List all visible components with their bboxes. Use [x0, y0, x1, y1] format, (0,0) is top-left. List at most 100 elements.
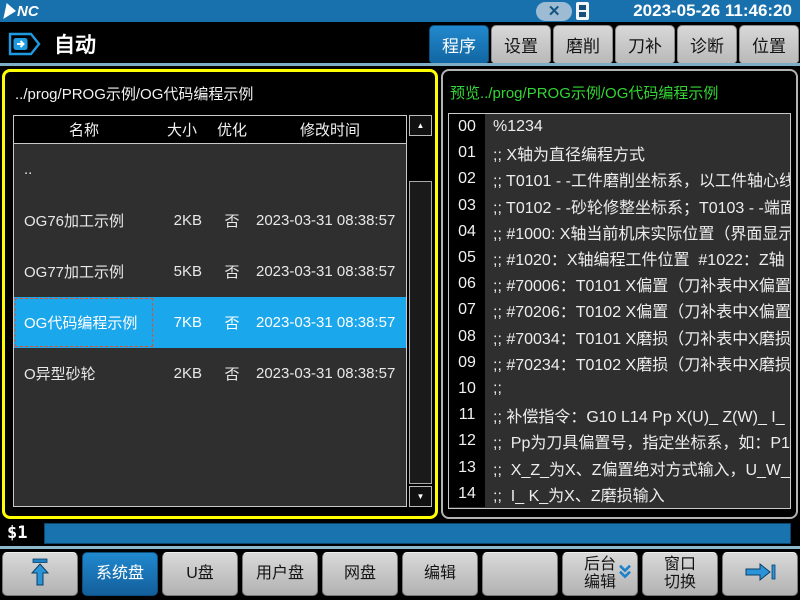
scroll-up-icon[interactable]: ▲ [409, 115, 432, 136]
file-row[interactable]: .. [14, 144, 406, 195]
softkey-6-empty[interactable] [482, 552, 558, 596]
line-number: 13 [449, 454, 485, 480]
navbar: 自动 程序设置磨削刀补诊断位置 [0, 22, 800, 63]
line-text: ;; #70034：T0101 X磨损（刀补表中X磨损 [485, 325, 790, 349]
file-cell-modified: 2023-03-31 08:38:57 [254, 365, 406, 382]
scrollbar-thumb[interactable] [409, 181, 432, 484]
code-line: 00%1234 [449, 114, 790, 140]
softkey-label: 用户盘 [256, 565, 304, 583]
line-text: ;; I_ K_为X、Z磨损输入 [485, 482, 790, 506]
file-row[interactable]: OG代码编程示例7KB否2023-03-31 08:38:57 [14, 297, 406, 348]
file-cell-size: 5KB [154, 263, 210, 280]
line-text: ;; #70006：T0101 X偏置（刀补表中X偏置 [485, 272, 790, 296]
softkey-0-return-top-icon[interactable] [2, 552, 78, 596]
file-cell-optimized: 否 [210, 312, 254, 333]
code-line: 06;; #70006：T0101 X偏置（刀补表中X偏置 [449, 271, 790, 297]
cnc-screen: NC ✕ 2023-05-26 11:46:20 自动 程序设置磨削刀补诊断位置… [0, 0, 800, 600]
line-number: 10 [449, 376, 485, 402]
code-line: 11;; 补偿指令：G10 L14 Pp X(U)_ Z(W)_ I_ [449, 402, 790, 428]
softkey-2[interactable]: U盘 [162, 552, 238, 596]
tab-4[interactable]: 诊断 [677, 25, 737, 63]
code-line: 04;; #1000: X轴当前机床实际位置（界面显示 [449, 219, 790, 245]
file-cell-size: 7KB [154, 314, 210, 331]
top-tabs: 程序设置磨削刀补诊断位置 [429, 25, 799, 63]
titlebar: NC ✕ 2023-05-26 11:46:20 [0, 0, 800, 22]
softkey-label: 系统盘 [96, 565, 144, 583]
file-row[interactable]: O异型砂轮2KB否2023-03-31 08:38:57 [14, 348, 406, 399]
file-cell-modified: 2023-03-31 08:38:57 [254, 314, 406, 331]
line-number: 06 [449, 271, 485, 297]
tab-3[interactable]: 刀补 [615, 25, 675, 63]
message-box [44, 523, 791, 544]
tab-0[interactable]: 程序 [429, 25, 489, 63]
separator-line-bottom [0, 546, 800, 549]
softkey-3[interactable]: 用户盘 [242, 552, 318, 596]
logo-wedge-icon [3, 3, 17, 19]
line-text: ;; [485, 380, 790, 398]
code-line: 03;; T0102 - -砂轮修整坐标系；T0103 - -端面 [449, 193, 790, 219]
line-number: 08 [449, 324, 485, 350]
line-number: 14 [449, 481, 485, 507]
file-table-scrollbar[interactable]: ▲ ▼ [409, 115, 432, 507]
code-line: 07;; #70206：T0102 X偏置（刀补表中X偏置 [449, 297, 790, 323]
line-number: 02 [449, 166, 485, 192]
column-header-3: 修改时间 [254, 116, 406, 143]
line-number: 01 [449, 140, 485, 166]
file-cell-size: 2KB [154, 212, 210, 229]
line-number: 12 [449, 428, 485, 454]
return-top-icon [27, 557, 53, 592]
status-bar: $1 [0, 521, 800, 546]
line-number: 11 [449, 402, 485, 428]
current-path: ../prog/PROG示例/OG代码编程示例 [5, 72, 435, 104]
line-text: ;; #1020：X轴编程工件位置 #1022：Z轴 [485, 246, 790, 270]
tab-1[interactable]: 设置 [491, 25, 551, 63]
softkey-bar: 系统盘 U盘用户盘网盘编辑 后台 编辑窗口 切换 [0, 550, 800, 600]
file-cell-optimized: 否 [210, 363, 254, 384]
tab-2[interactable]: 磨削 [553, 25, 613, 63]
code-line: 12;; Pp为刀具偏置号，指定坐标系，如：P1 [449, 428, 790, 454]
line-text: ;; 补偿指令：G10 L14 Pp X(U)_ Z(W)_ I_ [485, 403, 790, 427]
arrow-right-end-icon [743, 561, 777, 588]
channel-label: $1 [7, 523, 27, 543]
code-line: 02;; T0101 - -工件磨削坐标系，以工件轴心线 [449, 166, 790, 192]
line-text: ;; T0101 - -工件磨削坐标系，以工件轴心线 [485, 167, 790, 191]
line-text: ;; T0102 - -砂轮修整坐标系；T0103 - -端面 [485, 194, 790, 218]
line-number: 09 [449, 350, 485, 376]
column-header-0: 名称 [14, 116, 154, 143]
separator-line [0, 63, 800, 66]
softkey-4[interactable]: 网盘 [322, 552, 398, 596]
file-table: 名称大小优化修改时间 ..OG76加工示例2KB否2023-03-31 08:3… [13, 115, 407, 507]
file-row[interactable]: OG76加工示例2KB否2023-03-31 08:38:57 [14, 195, 406, 246]
softkey-7[interactable]: 后台 编辑 [562, 552, 638, 596]
chevron-double-down-icon [618, 564, 632, 585]
line-number: 05 [449, 245, 485, 271]
softkey-label: 后台 编辑 [584, 556, 616, 591]
file-row[interactable]: OG77加工示例5KB否2023-03-31 08:38:57 [14, 246, 406, 297]
code-line: 05;; #1020：X轴编程工件位置 #1022：Z轴 [449, 245, 790, 271]
line-text: ;; #70234：T0102 X磨损（刀补表中X磨损 [485, 351, 790, 375]
softkey-8[interactable]: 窗口 切换 [642, 552, 718, 596]
file-cell-optimized: 否 [210, 261, 254, 282]
line-text: ;; #1000: X轴当前机床实际位置（界面显示 [485, 220, 790, 244]
datetime: 2023-05-26 11:46:20 [633, 1, 794, 21]
storage-icon [576, 2, 589, 20]
scroll-down-icon[interactable]: ▼ [409, 486, 432, 507]
softkey-5[interactable]: 编辑 [402, 552, 478, 596]
softkey-9-arrow-right-end-icon[interactable] [722, 552, 798, 596]
softkey-1[interactable]: 系统盘 [82, 552, 158, 596]
file-cell-size: 2KB [154, 365, 210, 382]
preview-title: 预览../prog/PROG示例/OG代码编程示例 [443, 71, 796, 103]
code-line: 01;; X轴为直径编程方式 [449, 140, 790, 166]
code-line: 14;; I_ K_为X、Z磨损输入 [449, 481, 790, 507]
tab-5[interactable]: 位置 [739, 25, 799, 63]
line-text: %1234 [485, 118, 790, 136]
code-preview: 00%123401;; X轴为直径编程方式02;; T0101 - -工件磨削坐… [448, 113, 791, 509]
line-text: ;; Pp为刀具偏置号，指定坐标系，如：P1 [485, 429, 790, 453]
close-icon[interactable]: ✕ [536, 2, 572, 21]
line-text: ;; X_Z_为X、Z偏置绝对方式输入，U_W_ [485, 456, 790, 480]
file-cell-name: OG77加工示例 [14, 246, 154, 297]
file-table-body: ..OG76加工示例2KB否2023-03-31 08:38:57OG77加工示… [14, 144, 406, 399]
file-table-header: 名称大小优化修改时间 [14, 116, 406, 144]
file-browser-panel: ../prog/PROG示例/OG代码编程示例 名称大小优化修改时间 ..OG7… [2, 69, 438, 519]
code-line: 09;; #70234：T0102 X磨损（刀补表中X磨损 [449, 350, 790, 376]
